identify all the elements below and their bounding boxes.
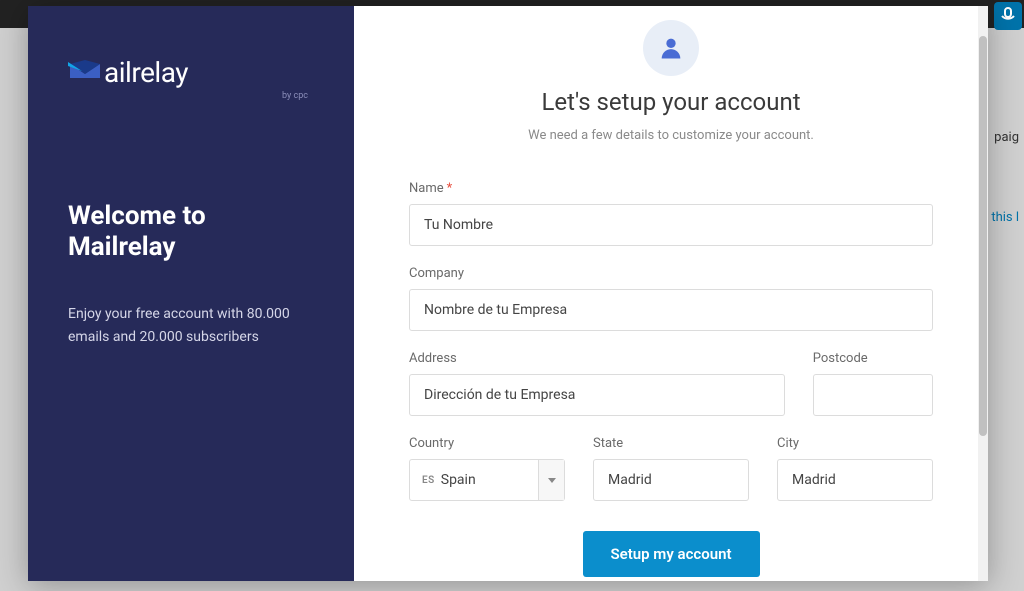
country-code: ES (422, 475, 435, 486)
scrollbar-thumb[interactable] (979, 36, 987, 436)
state-label: State (593, 436, 749, 451)
modal-sidebar: ailrelay by cpc Welcome to Mailrelay Enj… (28, 6, 354, 581)
company-field[interactable] (409, 289, 933, 331)
setup-title: Let's setup your account (409, 88, 933, 116)
name-field[interactable] (409, 204, 933, 246)
postcode-field[interactable] (813, 374, 933, 416)
welcome-description: Enjoy your free account with 80.000 emai… (68, 303, 314, 348)
country-name: Spain (441, 472, 538, 488)
country-label: Country (409, 436, 565, 451)
required-indicator: * (447, 181, 453, 196)
modal-form-panel: Let's setup your account We need a few d… (354, 6, 988, 581)
postcode-label: Postcode (813, 351, 933, 366)
bg-text-fragment: this l (991, 210, 1019, 225)
scrollbar-track[interactable] (978, 6, 988, 581)
address-label: Address (409, 351, 785, 366)
company-label: Company (409, 266, 933, 281)
setup-modal: ailrelay by cpc Welcome to Mailrelay Enj… (28, 6, 988, 581)
mailrelay-logo-icon (68, 58, 102, 86)
user-avatar-icon (643, 20, 699, 76)
logo-subtext: by cpc (68, 91, 314, 101)
logo-text: ailrelay (104, 56, 188, 89)
gravatar-icon (994, 2, 1022, 30)
name-label: Name* (409, 181, 933, 196)
setup-account-button[interactable]: Setup my account (583, 531, 760, 577)
setup-subtitle: We need a few details to customize your … (409, 128, 933, 143)
welcome-title: Welcome to Mailrelay (68, 201, 314, 263)
logo: ailrelay by cpc (68, 56, 314, 101)
state-field[interactable] (593, 459, 749, 501)
bg-text-fragment: paig (994, 130, 1019, 145)
country-select[interactable]: ES Spain (409, 459, 565, 501)
city-label: City (777, 436, 933, 451)
chevron-down-icon[interactable] (538, 460, 564, 500)
city-field[interactable] (777, 459, 933, 501)
address-field[interactable] (409, 374, 785, 416)
